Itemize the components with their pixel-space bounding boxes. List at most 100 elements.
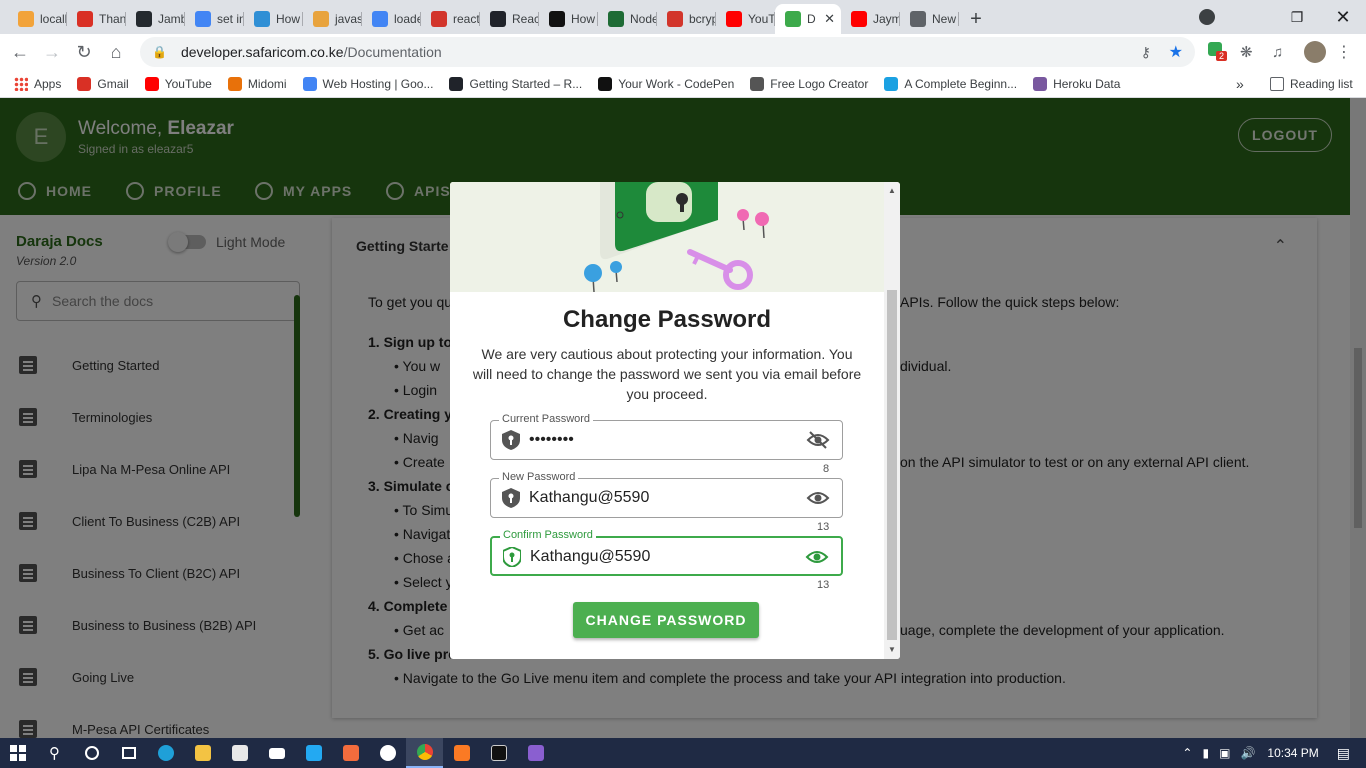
bookmark-item[interactable]: Free Logo Creator xyxy=(742,76,876,91)
tab-search-button[interactable] xyxy=(1184,0,1230,34)
bookmark-star-icon[interactable]: ★ xyxy=(1169,42,1183,62)
browser-tab[interactable]: YouT xyxy=(716,4,775,34)
file-explorer-taskbar-icon[interactable] xyxy=(184,738,221,768)
tab-label: Jaym xyxy=(873,12,900,26)
bookmark-item[interactable]: Web Hosting | Goo... xyxy=(295,76,442,91)
browser-tab[interactable]: Jaym xyxy=(841,4,900,34)
tab-favicon-icon xyxy=(431,11,447,27)
new-tab-button[interactable]: + xyxy=(959,4,993,34)
close-window-button[interactable]: ✕ xyxy=(1320,0,1366,34)
home-button[interactable]: ⌂ xyxy=(100,36,132,68)
tab-favicon-icon xyxy=(851,11,867,27)
browser-tab[interactable]: Thanl xyxy=(67,4,126,34)
tab-favicon-icon xyxy=(490,11,506,27)
confirm-password-counter: 13 xyxy=(817,579,830,591)
browser-tab[interactable]: How xyxy=(539,4,598,34)
browser-tab[interactable]: react xyxy=(421,4,480,34)
new-password-counter: 13 xyxy=(817,521,830,533)
extension-icon[interactable]: 2 xyxy=(1206,42,1230,62)
current-password-field[interactable]: Current Password •••••••• xyxy=(490,413,843,460)
cortana-circle-icon xyxy=(84,746,99,760)
bookmark-item[interactable]: Your Work - CodePen xyxy=(590,76,742,91)
current-password-counter: 8 xyxy=(823,463,830,475)
bookmark-label: Your Work - CodePen xyxy=(618,76,735,91)
tab-favicon-icon xyxy=(372,11,388,27)
browser-tab[interactable]: bcryp xyxy=(657,4,716,34)
vscode-taskbar-icon[interactable] xyxy=(295,738,332,768)
tab-favicon-icon xyxy=(726,11,742,27)
modal-scrollbar-thumb[interactable] xyxy=(887,290,897,640)
new-password-value: Kathangu@5590 xyxy=(529,489,650,506)
puzzle-icon[interactable]: ❋ xyxy=(1240,43,1264,61)
eye-off-icon[interactable] xyxy=(806,430,830,450)
store-taskbar-icon[interactable] xyxy=(221,738,258,768)
address-bar[interactable]: 🔒 developer.safaricom.co.ke /Documentati… xyxy=(140,37,1195,67)
confirm-password-field[interactable]: Confirm Password Kathangu@5590 xyxy=(490,529,843,576)
task-view-icon xyxy=(121,747,136,759)
media-control-icon[interactable]: ♫ xyxy=(1272,44,1296,61)
cortana-button[interactable] xyxy=(73,738,110,768)
bookmark-label: Getting Started – R... xyxy=(469,76,583,91)
restore-button[interactable]: ❐ xyxy=(1274,0,1320,34)
eye-icon[interactable] xyxy=(806,488,830,508)
change-password-button[interactable]: CHANGE PASSWORD xyxy=(573,602,759,638)
browser-tab[interactable]: New xyxy=(900,4,959,34)
bookmark-item[interactable]: A Complete Beginn... xyxy=(876,76,1025,91)
bookmarks-overflow-button[interactable]: » xyxy=(1228,76,1252,92)
profile-avatar[interactable] xyxy=(1304,41,1326,63)
browser-tab[interactable]: loade xyxy=(362,4,421,34)
task-view-button[interactable] xyxy=(110,738,147,768)
system-tray: ⌃ ▮ ▣ 🔊 10:34 PM ▤ xyxy=(1182,738,1366,768)
scroll-down-arrow-icon[interactable]: ▼ xyxy=(888,645,896,654)
browser-tab[interactable]: React xyxy=(480,4,539,34)
bookmark-item[interactable]: Gmail xyxy=(69,76,136,91)
bookmark-item[interactable]: Midomi xyxy=(220,76,295,91)
scroll-up-arrow-icon[interactable]: ▲ xyxy=(888,186,896,195)
apps-grid-icon[interactable] xyxy=(14,76,28,91)
reload-button[interactable]: ↻ xyxy=(68,36,100,68)
notifications-icon[interactable]: ▤ xyxy=(1337,745,1350,762)
reload-icon: ↻ xyxy=(76,41,92,62)
browser-tab-strip: locall Thanl Jamb set in How javas loade react R… xyxy=(0,0,1366,34)
xampp-taskbar-icon[interactable] xyxy=(443,738,480,768)
browser-tab[interactable]: javas xyxy=(303,4,362,34)
new-password-field[interactable]: New Password Kathangu@5590 xyxy=(490,471,843,518)
bookmark-item[interactable]: Getting Started – R... xyxy=(441,76,590,91)
tab-favicon-icon xyxy=(136,11,152,27)
back-button[interactable]: ← xyxy=(4,36,36,68)
network-icon[interactable]: ▣ xyxy=(1219,746,1230,760)
browser-tab[interactable]: Jamb xyxy=(126,4,185,34)
reading-list-button[interactable]: Reading list xyxy=(1262,76,1361,91)
search-taskbar-button[interactable]: ⚲ xyxy=(36,738,73,768)
kebab-menu-icon[interactable]: ⋮ xyxy=(1336,42,1352,62)
tab-label: javas xyxy=(335,12,362,26)
modal-scrollbar[interactable]: ▲ ▼ xyxy=(884,182,900,659)
tab-label: bcryp xyxy=(689,12,716,26)
start-button[interactable] xyxy=(0,738,36,768)
chevron-up-icon[interactable]: ⌃ xyxy=(1182,746,1192,760)
chrome-taskbar-icon[interactable] xyxy=(406,738,443,768)
battery-icon[interactable]: ▮ xyxy=(1202,746,1209,760)
mail-taskbar-icon[interactable] xyxy=(258,738,295,768)
edge-taskbar-icon[interactable] xyxy=(147,738,184,768)
bookmark-item[interactable]: YouTube xyxy=(137,76,220,91)
browser-tab[interactable]: How xyxy=(244,4,303,34)
tab-favicon-icon xyxy=(785,11,801,27)
visual-studio-taskbar-icon[interactable] xyxy=(517,738,554,768)
volume-icon[interactable]: 🔊 xyxy=(1240,746,1255,760)
git-taskbar-icon[interactable] xyxy=(369,738,406,768)
terminal-taskbar-icon[interactable] xyxy=(480,738,517,768)
bookmark-item[interactable]: Apps xyxy=(28,77,69,91)
eye-icon[interactable] xyxy=(805,547,829,567)
browser-tab[interactable]: set in xyxy=(185,4,244,34)
browser-tab[interactable]: locall xyxy=(8,4,67,34)
close-tab-icon[interactable]: ✕ xyxy=(824,11,835,27)
clock-time[interactable]: 10:34 PM xyxy=(1267,746,1318,760)
browser-tab[interactable]: Node xyxy=(598,4,657,34)
forward-button[interactable]: → xyxy=(36,36,68,68)
key-icon[interactable]: ⚷ xyxy=(1141,44,1151,61)
browser-tab-active[interactable]: D ✕ xyxy=(775,4,841,34)
padlock-illustration xyxy=(450,182,884,292)
bookmark-item[interactable]: Heroku Data xyxy=(1025,76,1128,91)
app-taskbar-icon[interactable] xyxy=(332,738,369,768)
